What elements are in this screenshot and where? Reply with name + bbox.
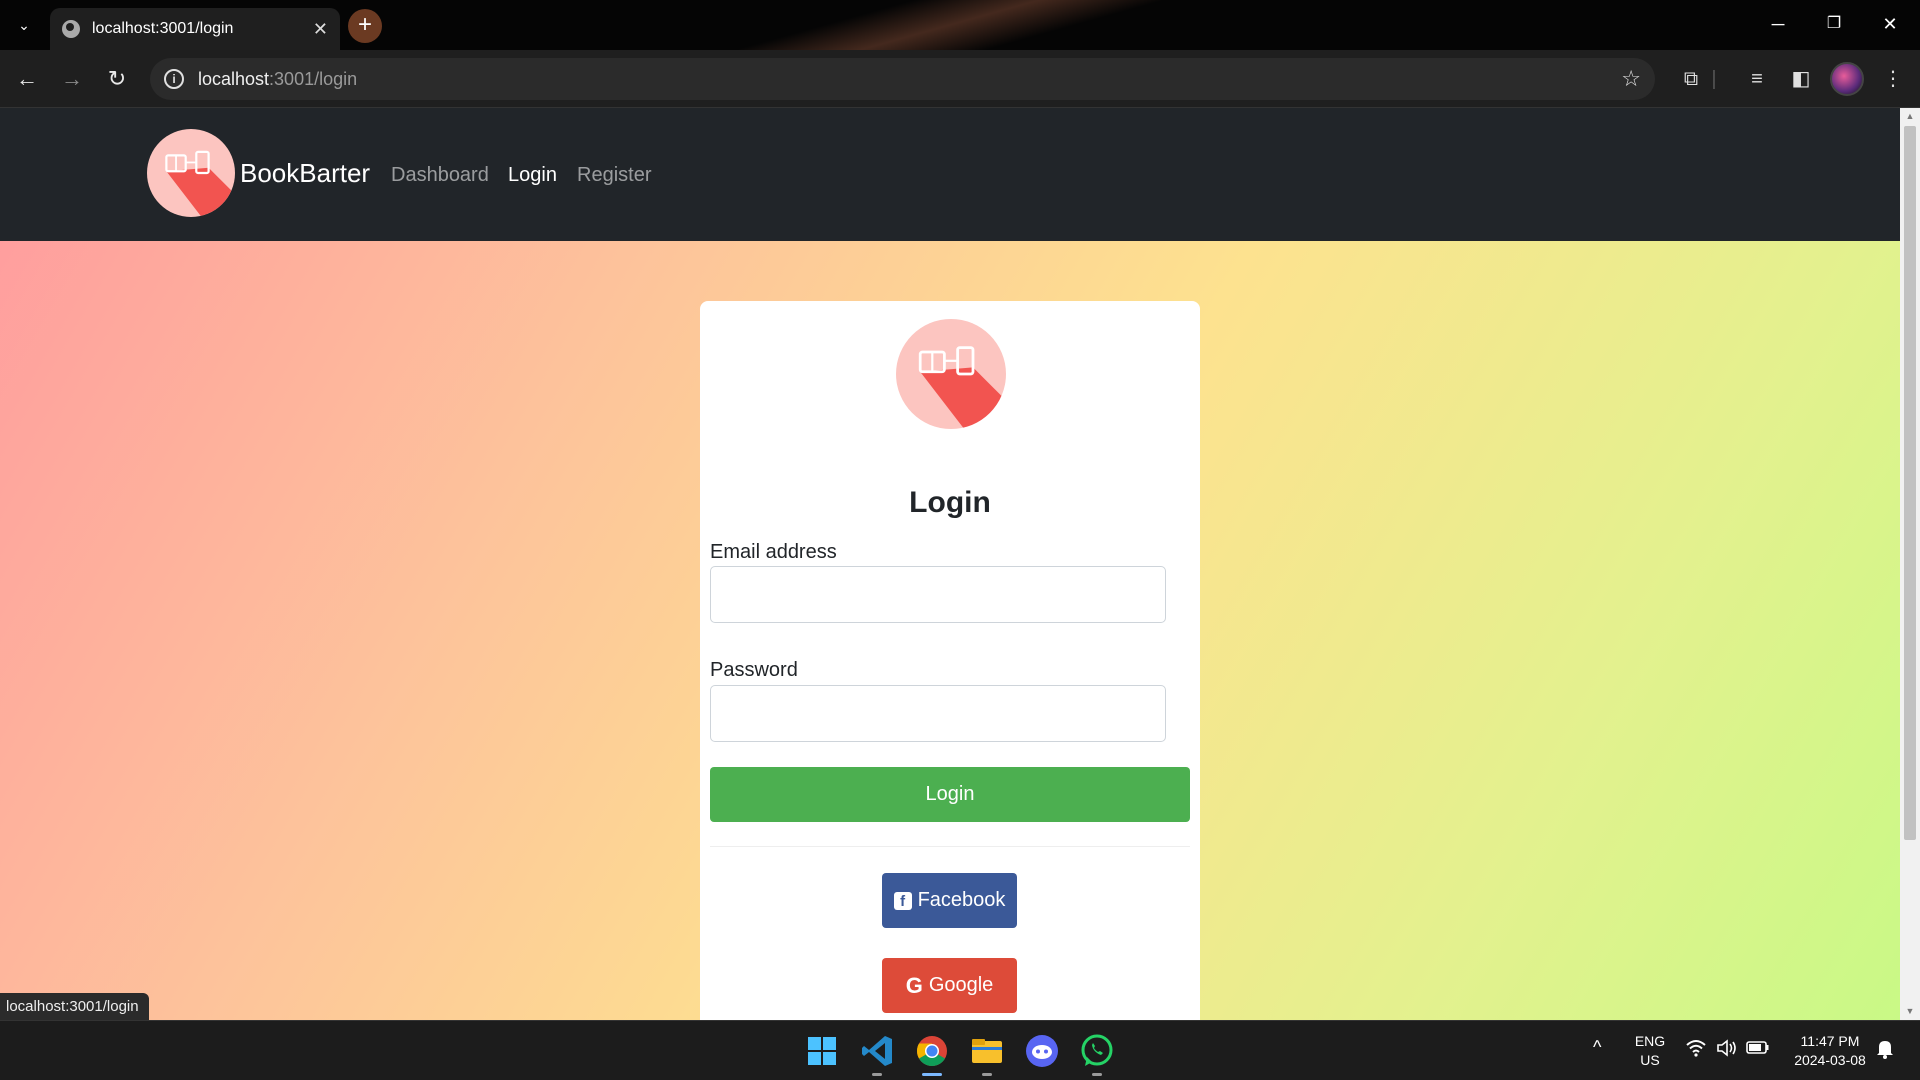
- wifi-icon[interactable]: [1686, 1039, 1706, 1062]
- language-indicator[interactable]: ENG US: [1630, 1032, 1670, 1070]
- login-card: Login Email address Password Login f Fac…: [700, 301, 1200, 1020]
- media-control-icon[interactable]: ≡: [1742, 64, 1772, 94]
- vscode-icon[interactable]: [859, 1033, 895, 1076]
- facebook-icon: f: [893, 891, 912, 910]
- clock-time: 11:47 PM: [1800, 1033, 1860, 1049]
- bookbarter-logo-icon: [896, 319, 1006, 429]
- page-background: BookBarter Dashboard Login Register Logi…: [0, 108, 1900, 1020]
- scroll-up-arrow-icon[interactable]: ▲: [1900, 111, 1920, 121]
- browser-tab-strip: ⌄ localhost:3001/login ✕ + ─ ❐ ✕: [0, 0, 1920, 50]
- language-code: ENG: [1634, 1033, 1666, 1049]
- site-navbar: BookBarter Dashboard Login Register: [0, 108, 1900, 241]
- google-label: Google: [928, 974, 994, 996]
- brand-name[interactable]: BookBarter: [240, 158, 370, 189]
- browser-tab-active[interactable]: localhost:3001/login ✕: [50, 8, 340, 50]
- discord-icon[interactable]: [1024, 1033, 1060, 1069]
- page-scrollbar[interactable]: ▲ ▼: [1900, 108, 1920, 1020]
- profile-avatar[interactable]: [1830, 62, 1864, 96]
- forward-arrow-icon[interactable]: →: [57, 64, 87, 94]
- running-indicator: [1092, 1073, 1102, 1076]
- nav-link-login[interactable]: Login: [508, 164, 557, 187]
- windows-start-icon[interactable]: [804, 1033, 840, 1069]
- status-bar-url: localhost:3001/login: [0, 993, 149, 1020]
- toolbar-separator: |: [1711, 68, 1717, 90]
- tab-search-button[interactable]: ⌄: [10, 12, 38, 38]
- volume-icon[interactable]: [1716, 1039, 1738, 1062]
- facebook-label: Facebook: [917, 889, 1006, 911]
- login-button[interactable]: Login: [710, 767, 1190, 822]
- tab-close-icon[interactable]: ✕: [313, 19, 328, 40]
- browser-menu-icon[interactable]: ⋮: [1878, 64, 1908, 94]
- running-indicator: [872, 1073, 882, 1076]
- url-host: localhost: [198, 68, 270, 89]
- running-indicator: [922, 1073, 942, 1076]
- running-indicator: [982, 1073, 992, 1076]
- chrome-icon[interactable]: [914, 1033, 950, 1076]
- login-heading: Login: [909, 486, 991, 519]
- divider: [710, 846, 1190, 847]
- side-panel-icon[interactable]: ◧: [1786, 64, 1816, 94]
- wallpaper-streak: [722, 0, 1178, 50]
- reload-icon[interactable]: ↻: [102, 64, 132, 94]
- scroll-down-arrow-icon[interactable]: ▼: [1900, 1006, 1920, 1016]
- browser-toolbar: ← → ↻ i localhost:3001/login ☆ ⧉ | ≡ ◧ ⋮: [0, 50, 1920, 108]
- new-tab-button[interactable]: +: [348, 9, 382, 43]
- close-window-button[interactable]: ✕: [1862, 0, 1918, 50]
- password-field[interactable]: [710, 685, 1166, 742]
- site-info-icon[interactable]: i: [164, 69, 184, 89]
- globe-icon: [62, 20, 80, 38]
- chevron-up-icon[interactable]: ^: [1593, 1037, 1601, 1058]
- battery-icon[interactable]: [1746, 1039, 1770, 1060]
- email-label: Email address: [710, 541, 837, 563]
- clock-date: 2024-03-08: [1794, 1052, 1866, 1068]
- region-code: US: [1640, 1052, 1660, 1068]
- notification-bell-icon[interactable]: [1876, 1039, 1894, 1064]
- bookbarter-logo-icon[interactable]: [147, 129, 235, 217]
- tab-title: localhost:3001/login: [92, 20, 234, 37]
- email-field[interactable]: [710, 566, 1166, 623]
- password-label: Password: [710, 659, 798, 681]
- taskbar: ^ ENG US 11:47 PM 2024-03-08: [0, 1020, 1920, 1080]
- whatsapp-icon[interactable]: [1079, 1033, 1115, 1076]
- restore-window-button[interactable]: ❐: [1806, 0, 1862, 50]
- scrollbar-thumb[interactable]: [1904, 126, 1916, 840]
- extensions-icon[interactable]: ⧉: [1676, 64, 1706, 94]
- nav-link-register[interactable]: Register: [577, 164, 651, 187]
- facebook-login-button[interactable]: f Facebook: [882, 873, 1017, 928]
- back-arrow-icon[interactable]: ←: [12, 64, 42, 94]
- address-bar[interactable]: i localhost:3001/login ☆: [150, 58, 1655, 100]
- nav-link-dashboard[interactable]: Dashboard: [391, 164, 489, 187]
- bookmark-star-icon[interactable]: ☆: [1621, 66, 1641, 92]
- google-login-button[interactable]: G Google: [882, 958, 1017, 1013]
- minimize-window-button[interactable]: ─: [1750, 0, 1806, 50]
- google-icon: G: [905, 972, 923, 998]
- file-explorer-icon[interactable]: [969, 1033, 1005, 1076]
- clock[interactable]: 11:47 PM 2024-03-08: [1782, 1032, 1878, 1070]
- url-path: :3001/login: [269, 68, 358, 89]
